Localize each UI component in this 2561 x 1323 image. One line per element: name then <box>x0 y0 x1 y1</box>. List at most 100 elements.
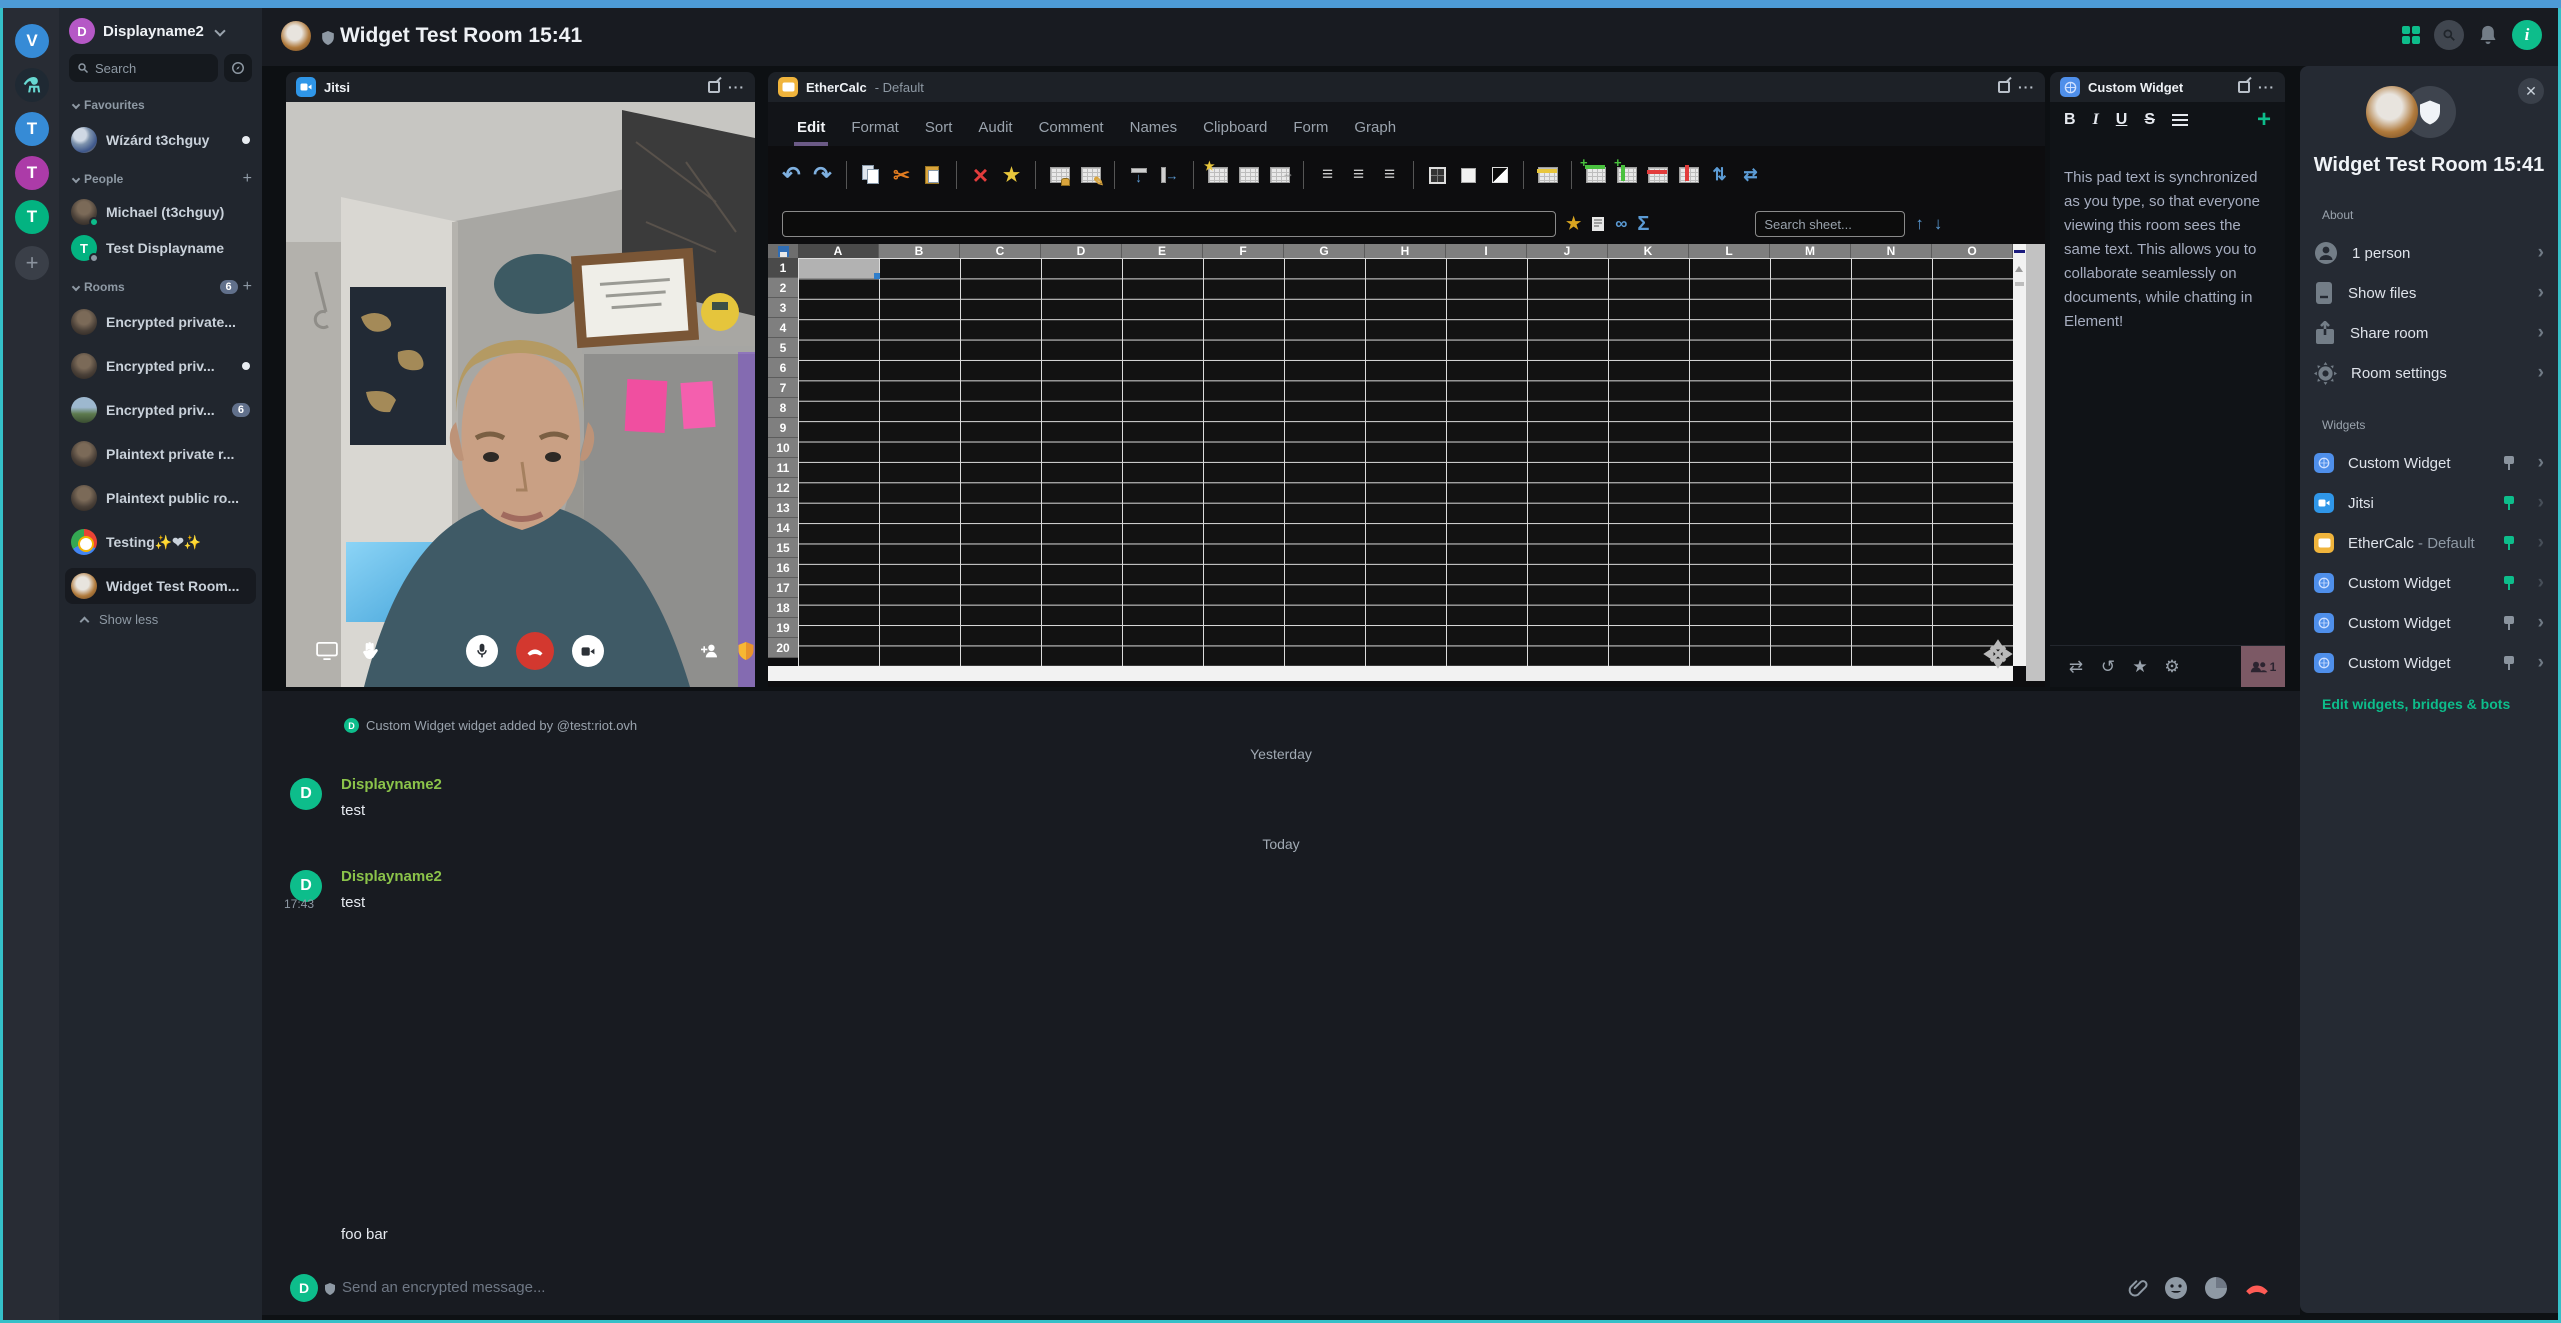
row-header-4[interactable]: 4 <box>768 318 798 338</box>
insert-row-icon[interactable]: + <box>1582 162 1609 189</box>
vertical-scrollbar[interactable] <box>2013 244 2026 666</box>
tab-form[interactable]: Form <box>1280 119 1341 146</box>
tab-graph[interactable]: Graph <box>1341 119 1409 146</box>
row-header-9[interactable]: 9 <box>768 418 798 438</box>
tab-format[interactable]: Format <box>838 119 912 146</box>
row-header-8[interactable]: 8 <box>768 398 798 418</box>
shrink-rows-icon[interactable]: ⇅ <box>1706 162 1733 189</box>
people-menu-item[interactable]: 1 person › <box>2314 234 2544 272</box>
space-avatar-t3[interactable]: T <box>15 200 49 234</box>
show-less-button[interactable]: Show less <box>99 612 158 627</box>
tab-audit[interactable]: Audit <box>965 119 1025 146</box>
settings-gear-icon[interactable]: ⚙ <box>2156 657 2188 677</box>
shrink-cols-icon[interactable]: ⇄ <box>1737 162 1764 189</box>
undo-icon[interactable]: ↶ <box>778 162 805 189</box>
share-menu-item[interactable]: Share room › <box>2314 314 2544 352</box>
apps-grid-icon[interactable] <box>2402 26 2420 44</box>
column-header-L[interactable]: L <box>1689 244 1770 258</box>
user-menu[interactable]: D Displayname2 <box>69 18 252 44</box>
redo-icon[interactable]: ↷ <box>809 162 836 189</box>
tab-edit[interactable]: Edit <box>784 119 838 146</box>
ethercalc-widget-header[interactable]: EtherCalc - Default ··· <box>768 72 2045 102</box>
custom-widget-header[interactable]: Custom Widget ··· <box>2050 72 2285 102</box>
underline-button[interactable]: U <box>2116 111 2128 129</box>
borders-icon[interactable] <box>1424 162 1451 189</box>
room-avatar[interactable] <box>2366 86 2418 138</box>
column-header-K[interactable]: K <box>1608 244 1689 258</box>
tab-sort[interactable]: Sort <box>912 119 966 146</box>
room-avatar[interactable] <box>281 21 311 51</box>
pin-icon[interactable] <box>2502 615 2516 631</box>
room-item-wizard[interactable]: Wízárd t3chguy <box>65 122 256 158</box>
row-header-7[interactable]: 7 <box>768 378 798 398</box>
align-right-icon[interactable]: ≡ <box>1376 162 1403 189</box>
column-header-B[interactable]: B <box>879 244 960 258</box>
pin-icon[interactable] <box>2502 655 2516 671</box>
save-corner-button[interactable] <box>768 244 798 258</box>
popout-icon[interactable] <box>2238 81 2250 93</box>
message-avatar[interactable]: D <box>290 778 322 810</box>
mute-mic-button[interactable] <box>466 635 498 667</box>
search-input[interactable]: Search <box>69 54 218 82</box>
search-down-icon[interactable]: ↓ <box>1934 214 1943 234</box>
link-icon[interactable]: ∞ <box>1615 214 1627 234</box>
pad-text[interactable]: This pad text is synchronized as you typ… <box>2050 138 2285 334</box>
cut-icon[interactable]: ✂ <box>888 162 915 189</box>
pin-icon[interactable] <box>2502 575 2516 591</box>
panel-icon[interactable] <box>1591 216 1605 232</box>
add-room-icon[interactable]: + <box>243 278 252 296</box>
strikethrough-button[interactable]: S <box>2144 111 2155 129</box>
row-header-17[interactable]: 17 <box>768 578 798 598</box>
tab-comment[interactable]: Comment <box>1026 119 1117 146</box>
pin-icon[interactable] <box>2502 495 2516 511</box>
insert-col-icon[interactable]: + <box>1613 162 1640 189</box>
pad-member-count[interactable]: 1 <box>2241 646 2285 688</box>
list-icon[interactable] <box>2172 114 2188 126</box>
italic-button[interactable]: I <box>2093 111 2099 129</box>
close-icon[interactable]: ✕ <box>2518 78 2544 104</box>
selected-cell-A1[interactable] <box>799 259 879 278</box>
table-icon[interactable] <box>1235 162 1262 189</box>
row-header-14[interactable]: 14 <box>768 518 798 538</box>
security-shield-icon[interactable] <box>737 641 755 661</box>
jitsi-widget-header[interactable]: Jitsi ··· <box>286 72 755 102</box>
column-header-O[interactable]: O <box>1932 244 2013 258</box>
edit-widgets-link[interactable]: Edit widgets, bridges & bots <box>2322 696 2510 712</box>
section-rooms[interactable]: Rooms 6 + <box>69 278 252 296</box>
table-move-icon[interactable]: → <box>1266 162 1293 189</box>
row-header-12[interactable]: 12 <box>768 478 798 498</box>
column-header-F[interactable]: F <box>1203 244 1284 258</box>
row-header-19[interactable]: 19 <box>768 618 798 638</box>
column-header-H[interactable]: H <box>1365 244 1446 258</box>
room-item-michael[interactable]: Michael (t3chguy) <box>65 194 256 230</box>
row-header-5[interactable]: 5 <box>768 338 798 358</box>
star-icon[interactable]: ★ <box>2124 657 2156 677</box>
pin-icon[interactable] <box>2502 455 2516 471</box>
screenshare-icon[interactable] <box>316 642 338 660</box>
explore-rooms-button[interactable] <box>224 54 252 82</box>
participants-icon[interactable] <box>699 643 719 659</box>
row-header-6[interactable]: 6 <box>768 358 798 378</box>
notifications-bell-icon[interactable] <box>2478 24 2498 46</box>
composer-placeholder[interactable]: Send an encrypted message... <box>342 1279 545 1296</box>
column-header-G[interactable]: G <box>1284 244 1365 258</box>
search-button[interactable] <box>2434 20 2464 50</box>
fill-down-icon[interactable]: ↓ <box>1125 162 1152 189</box>
row-header-16[interactable]: 16 <box>768 558 798 578</box>
add-button[interactable]: + <box>2257 108 2271 132</box>
sheet-search-input[interactable]: Search sheet... <box>1755 211 1905 237</box>
delete-col-icon[interactable] <box>1675 162 1702 189</box>
row-header-20[interactable]: 20 <box>768 638 798 658</box>
hangup-call-icon[interactable] <box>2244 1282 2270 1295</box>
column-header-A[interactable]: A <box>798 244 879 258</box>
background-icon[interactable] <box>1455 162 1482 189</box>
message-sender[interactable]: Displayname2 <box>341 776 442 793</box>
row-header-13[interactable]: 13 <box>768 498 798 518</box>
column-header-N[interactable]: N <box>1851 244 1932 258</box>
fill-right-icon[interactable]: → <box>1156 162 1183 189</box>
edit-cell-icon[interactable]: ✎ <box>1077 162 1104 189</box>
sheet-cells[interactable] <box>798 258 2013 666</box>
room-item[interactable]: Testing✨❤✨ <box>65 524 256 560</box>
camera-button[interactable] <box>572 635 604 667</box>
tab-clipboard[interactable]: Clipboard <box>1190 119 1280 146</box>
